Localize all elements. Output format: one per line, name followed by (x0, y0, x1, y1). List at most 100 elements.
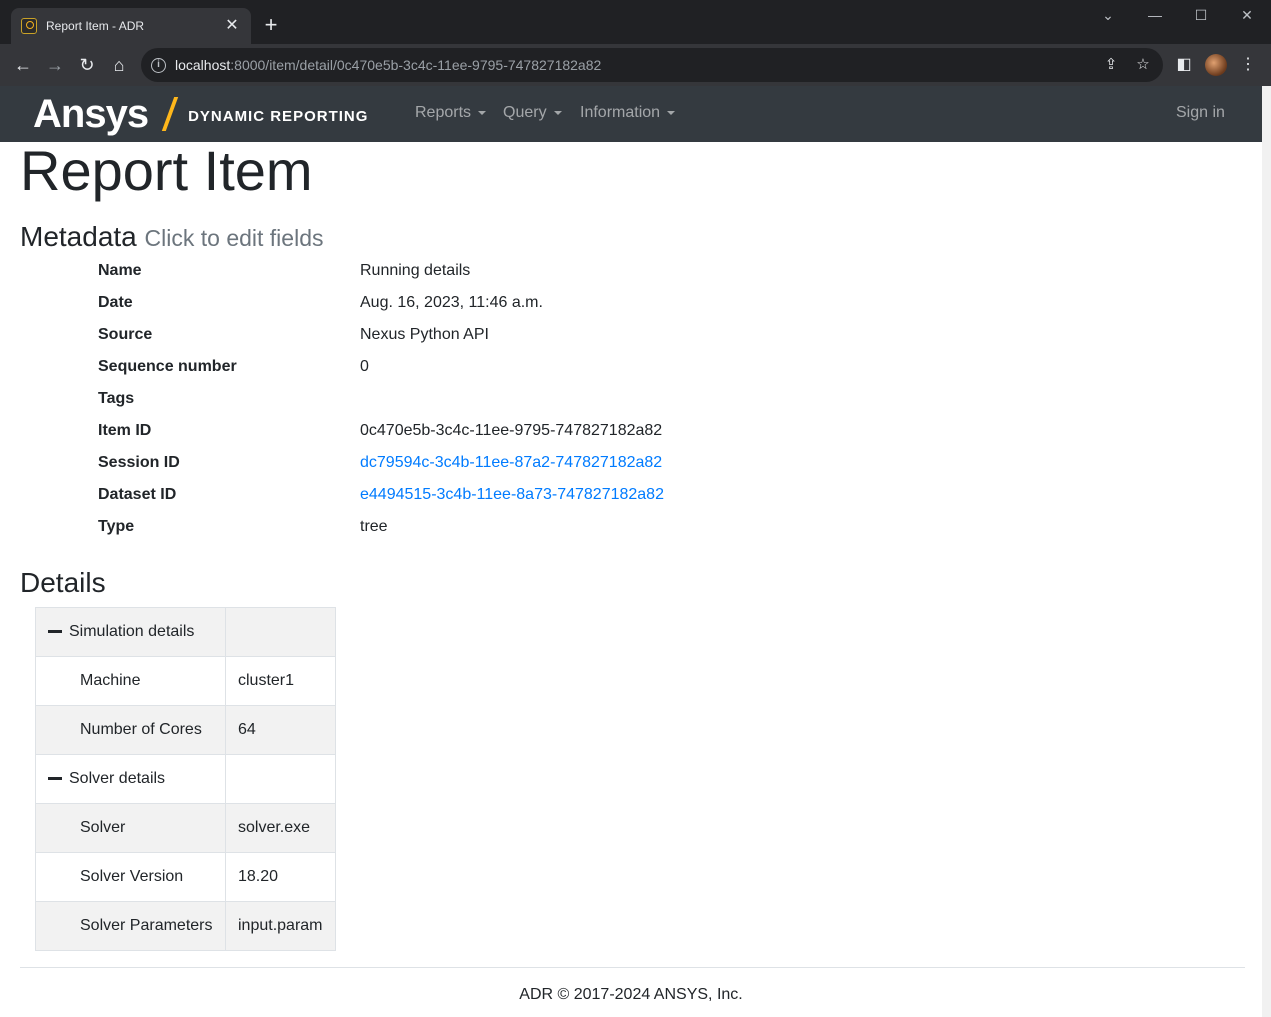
caret-down-icon (667, 110, 676, 115)
metadata-value: 0 (360, 358, 369, 375)
nav-query-dropdown[interactable]: Query (503, 104, 562, 122)
tree-key-cell: Simulation details (35, 607, 226, 657)
url-text: localhost:8000/item/detail/0c470e5b-3c4c… (175, 57, 601, 73)
metadata-value: 0c470e5b-3c4c-11ee-9795-747827182a82 (360, 422, 663, 439)
site-info-icon[interactable]: i (151, 57, 166, 73)
tree-group-row[interactable]: Solver details (35, 754, 336, 804)
tree-key-cell: Machine (35, 656, 226, 706)
metadata-row[interactable]: Source Nexus Python API (0, 321, 800, 353)
details-tree-table: Simulation details Machine cluster1 Number … (35, 607, 336, 951)
details-heading: Details (20, 567, 106, 598)
metadata-key: Date (98, 294, 133, 311)
close-window-button[interactable]: ✕ (1232, 4, 1262, 26)
tree-key: Solver Parameters (80, 917, 213, 934)
metadata-value: Running details (360, 262, 471, 279)
metadata-key: Tags (98, 390, 135, 407)
metadata-row[interactable]: Type tree (0, 513, 800, 545)
home-icon[interactable]: ⌂ (105, 51, 133, 79)
maximize-button[interactable]: ☐ (1186, 4, 1216, 26)
metadata-heading-text: Metadata (20, 221, 137, 252)
metadata-value-link[interactable]: dc79594c-3c4b-11ee-87a2-747827182a82 (360, 454, 662, 472)
metadata-key: Item ID (98, 422, 152, 439)
brand-subtitle: DYNAMIC REPORTING (188, 107, 369, 125)
nav-query-label: Query (503, 104, 547, 121)
browser-tab[interactable]: Report Item - ADR ✕ (11, 8, 251, 44)
nav-information-label: Information (580, 104, 661, 121)
metadata-key: Sequence number (98, 358, 237, 375)
bookmark-star-icon[interactable]: ☆ (1134, 56, 1152, 74)
tree-value (225, 607, 336, 657)
tree-key-cell: Number of Cores (35, 705, 226, 755)
brand-slash-icon (161, 97, 179, 131)
tree-value (225, 754, 336, 804)
tree-value: 64 (225, 705, 336, 755)
tree-row: Solver Version 18.20 (35, 852, 336, 902)
nav-information-dropdown[interactable]: Information (580, 104, 676, 122)
url-host: localhost (175, 57, 231, 73)
tree-value: 18.20 (225, 852, 336, 902)
tree-value: solver.exe (225, 803, 336, 853)
brand[interactable]: Ansys DYNAMIC REPORTING (33, 92, 368, 136)
tree-row: Solver solver.exe (35, 803, 336, 853)
metadata-row[interactable]: Dataset ID e4494515-3c4b-11ee-8a73-747827… (0, 481, 800, 513)
caret-down-icon (478, 110, 487, 115)
profile-avatar[interactable] (1205, 54, 1227, 76)
address-bar[interactable]: i localhost:8000/item/detail/0c470e5b-3c… (141, 48, 1163, 82)
tree-key: Solver Version (80, 868, 184, 885)
metadata-key: Dataset ID (98, 486, 177, 503)
new-tab-button[interactable]: + (258, 12, 284, 38)
more-menu-icon[interactable]: ⋮ (1236, 53, 1260, 77)
metadata-row[interactable]: Tags (0, 385, 800, 417)
tree-key-cell: Solver Version (35, 852, 226, 902)
metadata-value: Nexus Python API (360, 326, 489, 343)
tree-row: Machine cluster1 (35, 656, 336, 706)
tab-title: Report Item - ADR (46, 19, 145, 33)
metadata-key: Name (98, 262, 142, 279)
tab-search-icon[interactable]: ⌄ (1093, 4, 1123, 26)
tree-key-cell: Solver details (35, 754, 226, 804)
tab-close-icon[interactable]: ✕ (223, 17, 241, 35)
share-icon[interactable]: ⇪ (1102, 56, 1120, 74)
metadata-row[interactable]: Session ID dc79594c-3c4b-11ee-87a2-747827… (0, 449, 800, 481)
page-title: Report Item (20, 139, 313, 202)
footer-copyright: ADR © 2017-2024 ANSYS, Inc. (519, 986, 743, 1003)
metadata-row[interactable]: Sequence number 0 (0, 353, 800, 385)
sign-in-link[interactable]: Sign in (1176, 104, 1225, 122)
tree-key-cell: Solver (35, 803, 226, 853)
forward-arrow-icon[interactable]: → (41, 51, 69, 79)
side-panel-icon[interactable]: ◧ (1172, 53, 1196, 77)
nav-reports-dropdown[interactable]: Reports (415, 104, 487, 122)
ansys-logo: Ansys (33, 91, 149, 136)
tree-key: Number of Cores (80, 721, 202, 738)
metadata-value: tree (360, 518, 388, 535)
metadata-heading: Metadata Click to edit fields (20, 219, 324, 256)
metadata-row[interactable]: Date Aug. 16, 2023, 11:46 a.m. (0, 289, 800, 321)
url-path: :8000/item/detail/0c470e5b-3c4c-11ee-979… (230, 57, 602, 73)
nav-reports-label: Reports (415, 104, 472, 121)
metadata-key: Source (98, 326, 153, 343)
tree-key: Solver details (69, 770, 166, 787)
metadata-key: Type (98, 518, 135, 535)
browser-toolbar: ← → ↻ ⌂ i localhost:8000/item/detail/0c4… (0, 44, 1271, 86)
browser-tabstrip: Report Item - ADR ✕ + ⌄ — ☐ ✕ (0, 0, 1271, 44)
metadata-value: Aug. 16, 2023, 11:46 a.m. (360, 294, 543, 311)
tree-value: input.param (225, 901, 336, 951)
metadata-row[interactable]: Name Running details (0, 257, 800, 289)
reload-icon[interactable]: ↻ (73, 51, 101, 79)
footer-divider (20, 967, 1245, 968)
metadata-row[interactable]: Item ID 0c470e5b-3c4c-11ee-9795-747827182… (0, 417, 800, 449)
metadata-key: Session ID (98, 454, 180, 471)
tree-value: cluster1 (225, 656, 336, 706)
collapse-minus-icon[interactable] (48, 630, 62, 634)
tree-key: Simulation details (69, 623, 195, 640)
tree-group-row[interactable]: Simulation details (35, 607, 336, 657)
page-scrollbar[interactable] (1262, 86, 1271, 1017)
caret-down-icon (553, 110, 562, 115)
back-arrow-icon[interactable]: ← (9, 51, 37, 79)
minimize-button[interactable]: — (1140, 4, 1170, 26)
metadata-edit-hint[interactable]: Click to edit fields (145, 225, 324, 251)
metadata-value-link[interactable]: e4494515-3c4b-11ee-8a73-747827182a82 (360, 486, 664, 504)
tree-key-cell: Solver Parameters (35, 901, 226, 951)
collapse-minus-icon[interactable] (48, 777, 62, 781)
tree-key: Machine (80, 672, 141, 689)
